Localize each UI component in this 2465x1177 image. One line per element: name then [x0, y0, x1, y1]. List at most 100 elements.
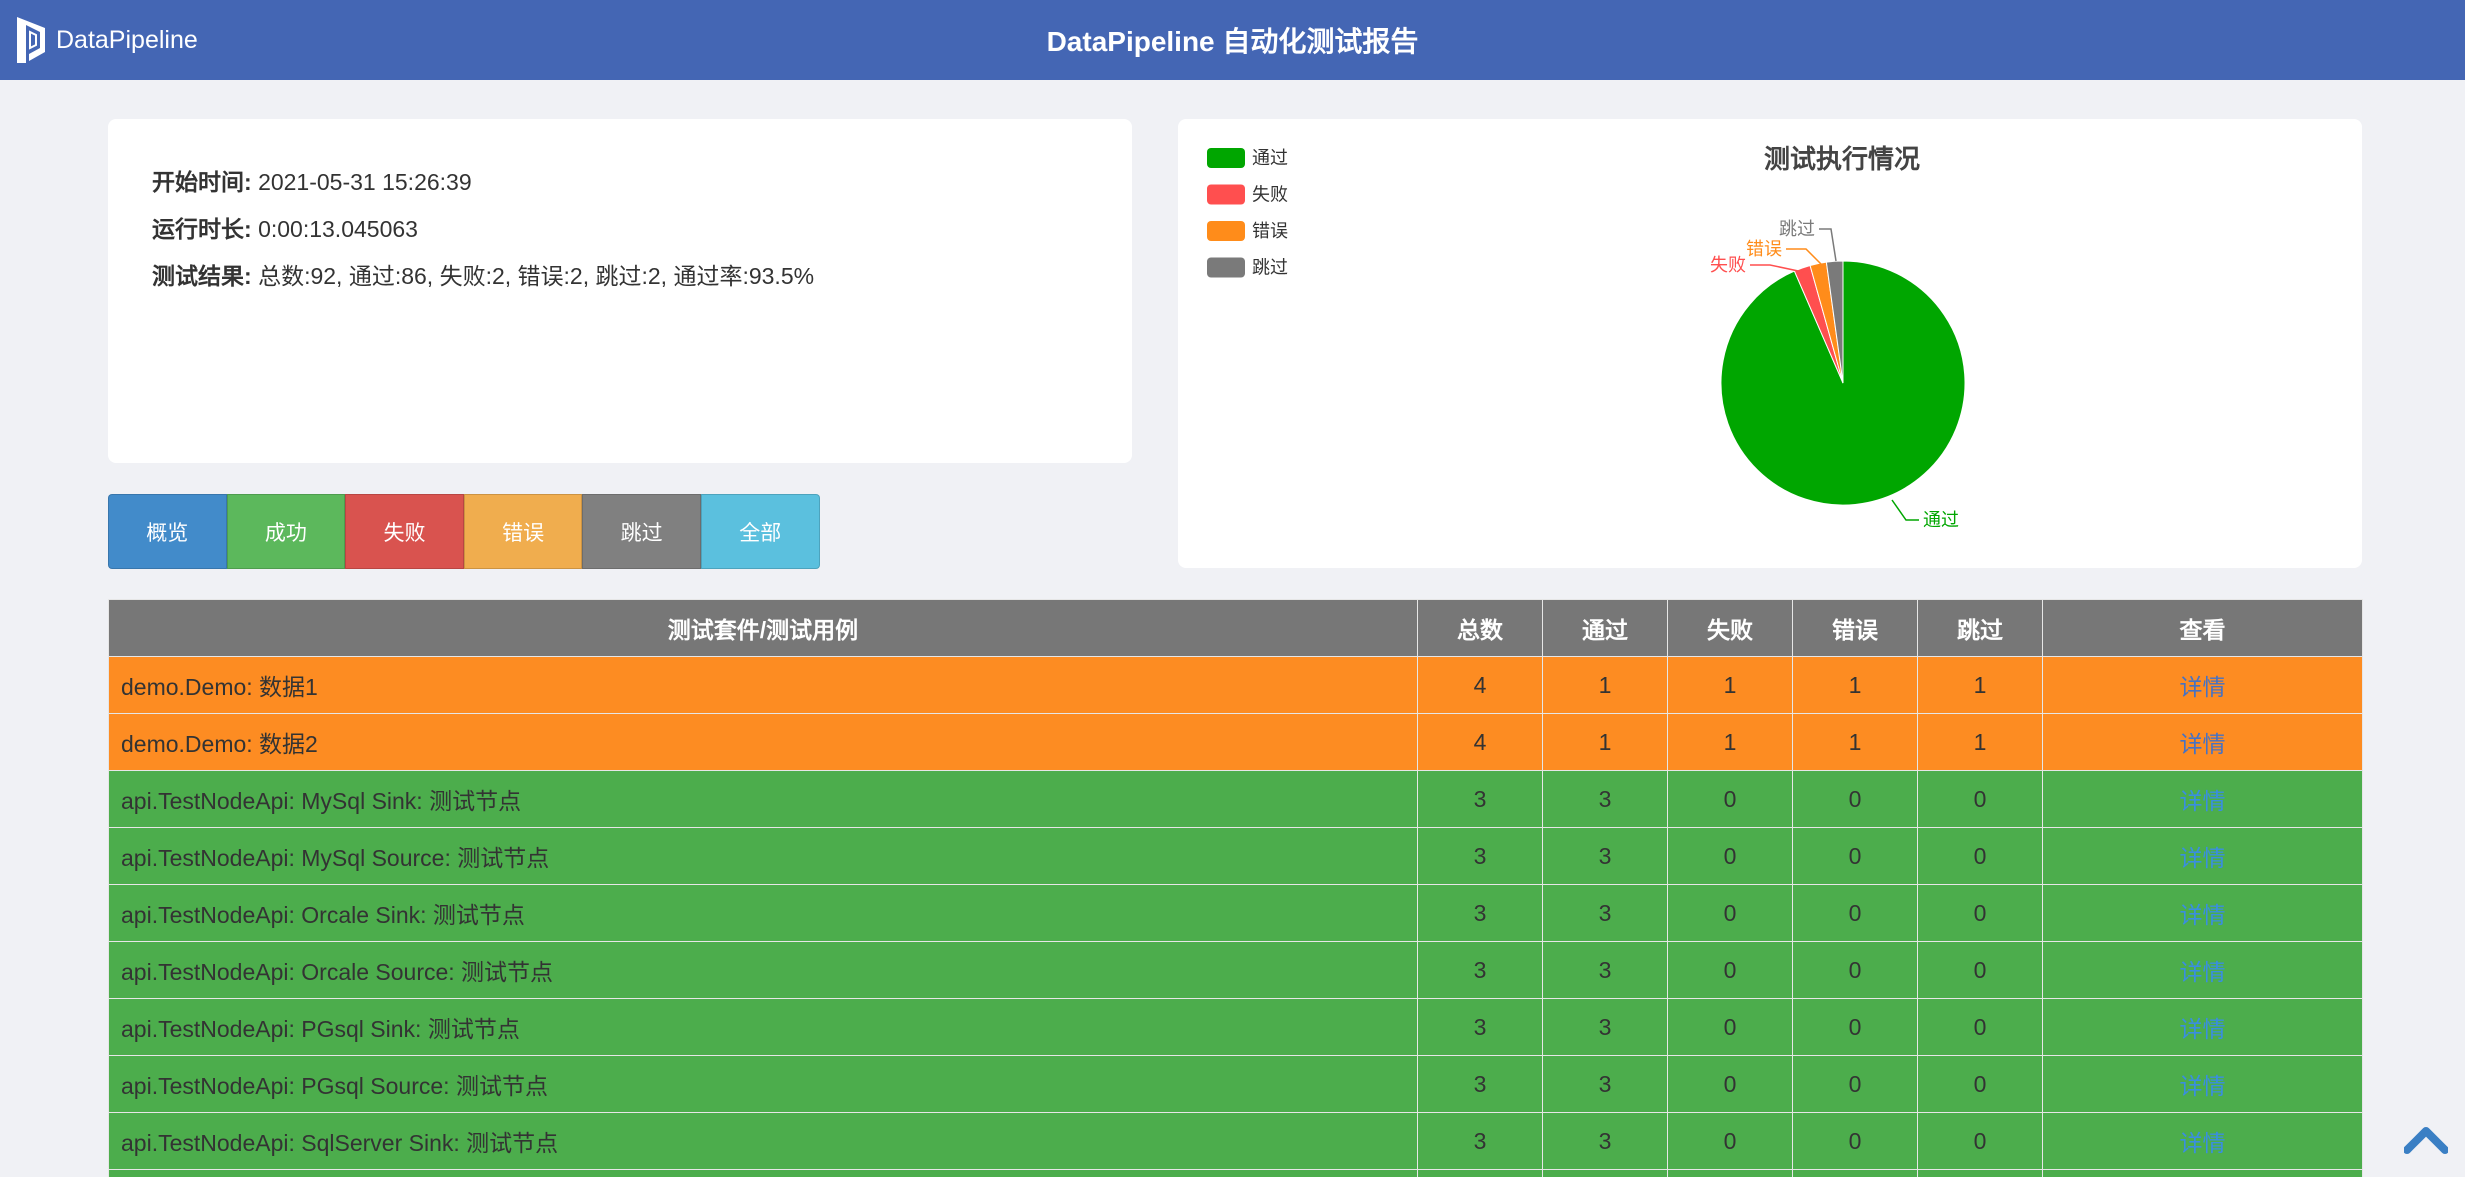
error-count-cell: 0: [1792, 941, 1918, 999]
column-header-pass: 通过: [1542, 599, 1668, 657]
pie-label: 跳过: [1779, 219, 1815, 239]
pie-label: 通过: [1923, 510, 1959, 530]
detail-link[interactable]: 详情: [2180, 845, 2226, 871]
legend-label[interactable]: 通过: [1252, 148, 1288, 168]
filter-error-button[interactable]: 错误: [463, 494, 583, 569]
view-cell: [2042, 1169, 2363, 1177]
pie-label: 失败: [1710, 255, 1746, 275]
column-header-view: 查看: [2042, 599, 2363, 657]
table-row: api.TestNodeApi: MySql Sink: 测试节点 3 3 0 0 0 详情: [108, 770, 2363, 828]
view-cell: 详情: [2042, 998, 2363, 1056]
skip-count-cell: 0: [1917, 998, 2043, 1056]
pie-chart: 测试执行情况通过失败错误跳过通过失败错误跳过: [1207, 144, 1966, 530]
column-header-error: 错误: [1792, 599, 1918, 657]
pie-label: 错误: [1746, 239, 1782, 259]
pass-count-cell: 3: [1542, 1112, 1668, 1170]
view-cell: 详情: [2042, 1112, 2363, 1170]
fail-count-cell: [1667, 1169, 1793, 1177]
error-count-cell: 0: [1792, 884, 1918, 942]
pass-count-cell: 3: [1542, 827, 1668, 885]
table-row: api.TestNodeApi: MySql Source: 测试节点 3 3 0 0 0…: [108, 827, 2363, 885]
error-count-cell: 0: [1792, 1055, 1918, 1113]
filter-fail-button[interactable]: 失败: [345, 494, 464, 569]
filter-skip-button[interactable]: 跳过: [582, 494, 701, 569]
skip-count-cell: 0: [1917, 1055, 2043, 1113]
pass-count-cell: 1: [1542, 713, 1668, 771]
suite-name-cell: demo.Demo: 数据1: [108, 656, 1418, 714]
total-count-cell: 3: [1417, 941, 1543, 999]
skip-count-cell: 1: [1917, 656, 2043, 714]
column-header-skip: 跳过: [1917, 599, 2043, 657]
total-count-cell: 3: [1417, 770, 1543, 828]
result-value: 总数:92, 通过:86, 失败:2, 错误:2, 跳过:2, 通过率:93.5…: [258, 263, 815, 289]
legend-swatch[interactable]: [1207, 257, 1245, 278]
suite-name-cell: api.TestNodeApi: PGsql Sink: 测试节点: [108, 998, 1418, 1056]
start-time-label: 开始时间:: [152, 169, 252, 195]
skip-count-cell: 0: [1917, 1112, 2043, 1170]
detail-link[interactable]: 详情: [2180, 1016, 2226, 1042]
skip-count-cell: 0: [1917, 941, 2043, 999]
fail-count-cell: 0: [1667, 827, 1793, 885]
error-count-cell: 0: [1792, 1112, 1918, 1170]
legend-swatch[interactable]: [1207, 221, 1245, 241]
filter-all-button[interactable]: 全部: [700, 494, 820, 569]
chart-title: 测试执行情况: [1764, 144, 1920, 174]
start-time-value: 2021-05-31 15:26:39: [258, 169, 472, 195]
table-header-row: 测试套件/测试用例 总数 通过 失败 错误 跳过 查看: [108, 599, 2363, 657]
suite-name-cell: api.TestNodeApi: Orcale Sink: 测试节点: [108, 884, 1418, 942]
duration-row: 运行时长: 0:00:13.045063: [152, 208, 1132, 255]
pass-count-cell: 3: [1542, 941, 1668, 999]
detail-link[interactable]: 详情: [2180, 1130, 2226, 1156]
table-row: demo.Demo: 数据2 4 1 1 1 1 详情: [108, 713, 2363, 771]
total-count-cell: 4: [1417, 656, 1543, 714]
view-cell: 详情: [2042, 656, 2363, 714]
results-table: 测试套件/测试用例 总数 通过 失败 错误 跳过 查看 demo.Demo: 数…: [108, 599, 2363, 1177]
result-label: 测试结果:: [152, 263, 252, 289]
detail-link[interactable]: 详情: [2180, 959, 2226, 985]
legend-label[interactable]: 跳过: [1252, 258, 1288, 278]
skip-count-cell: 0: [1917, 884, 2043, 942]
table-row: api.TestNodeApi: PGsql Source: 测试节点 3 3 0 0 0…: [108, 1055, 2363, 1113]
detail-link[interactable]: 详情: [2180, 674, 2226, 700]
pie-label-line: [1786, 248, 1822, 265]
total-count-cell: [1417, 1169, 1543, 1177]
view-cell: 详情: [2042, 827, 2363, 885]
table-row: [108, 1169, 2363, 1177]
fail-count-cell: 0: [1667, 884, 1793, 942]
start-time-row: 开始时间: 2021-05-31 15:26:39: [152, 161, 1132, 208]
error-count-cell: [1792, 1169, 1918, 1177]
skip-count-cell: 1: [1917, 713, 2043, 771]
legend-label[interactable]: 错误: [1252, 221, 1288, 241]
table-row: api.TestNodeApi: SqlServer Sink: 测试节点 3 3 0…: [108, 1112, 2363, 1170]
filter-success-button[interactable]: 成功: [226, 494, 346, 569]
pass-count-cell: 3: [1542, 770, 1668, 828]
error-count-cell: 1: [1792, 656, 1918, 714]
top-navbar: DataPipeline DataPipeline 自动化测试报告: [0, 0, 2465, 80]
legend-label[interactable]: 失败: [1252, 185, 1288, 205]
detail-link[interactable]: 详情: [2180, 788, 2226, 814]
total-count-cell: 3: [1417, 1112, 1543, 1170]
legend-swatch[interactable]: [1207, 148, 1245, 168]
detail-link[interactable]: 详情: [2180, 731, 2226, 757]
filter-button-group: 概览 成功 失败 错误 跳过 全部: [108, 494, 820, 569]
result-row: 测试结果: 总数:92, 通过:86, 失败:2, 错误:2, 跳过:2, 通过…: [152, 255, 1132, 302]
column-header-total: 总数: [1417, 599, 1543, 657]
fail-count-cell: 0: [1667, 770, 1793, 828]
filter-overview-button[interactable]: 概览: [108, 494, 227, 569]
view-cell: 详情: [2042, 941, 2363, 999]
total-count-cell: 3: [1417, 1055, 1543, 1113]
chart-card: 测试执行情况 通过 失败 错误 跳过 通过 失败 错误 跳过: [1178, 119, 2362, 568]
suite-name-cell: api.TestNodeApi: Orcale Source: 测试节点: [108, 941, 1418, 999]
total-count-cell: 3: [1417, 827, 1543, 885]
detail-link[interactable]: 详情: [2180, 902, 2226, 928]
table-row: api.TestNodeApi: PGsql Sink: 测试节点 3 3 0 0 0 详情: [108, 998, 2363, 1056]
suite-name-cell: demo.Demo: 数据2: [108, 713, 1418, 771]
fail-count-cell: 1: [1667, 656, 1793, 714]
detail-link[interactable]: 详情: [2180, 1073, 2226, 1099]
view-cell: 详情: [2042, 884, 2363, 942]
suite-name-cell: [108, 1169, 1418, 1177]
suite-name-cell: api.TestNodeApi: PGsql Source: 测试节点: [108, 1055, 1418, 1113]
legend-swatch[interactable]: [1207, 184, 1245, 205]
view-cell: 详情: [2042, 713, 2363, 771]
chevron-up-icon[interactable]: [2404, 1124, 2448, 1154]
